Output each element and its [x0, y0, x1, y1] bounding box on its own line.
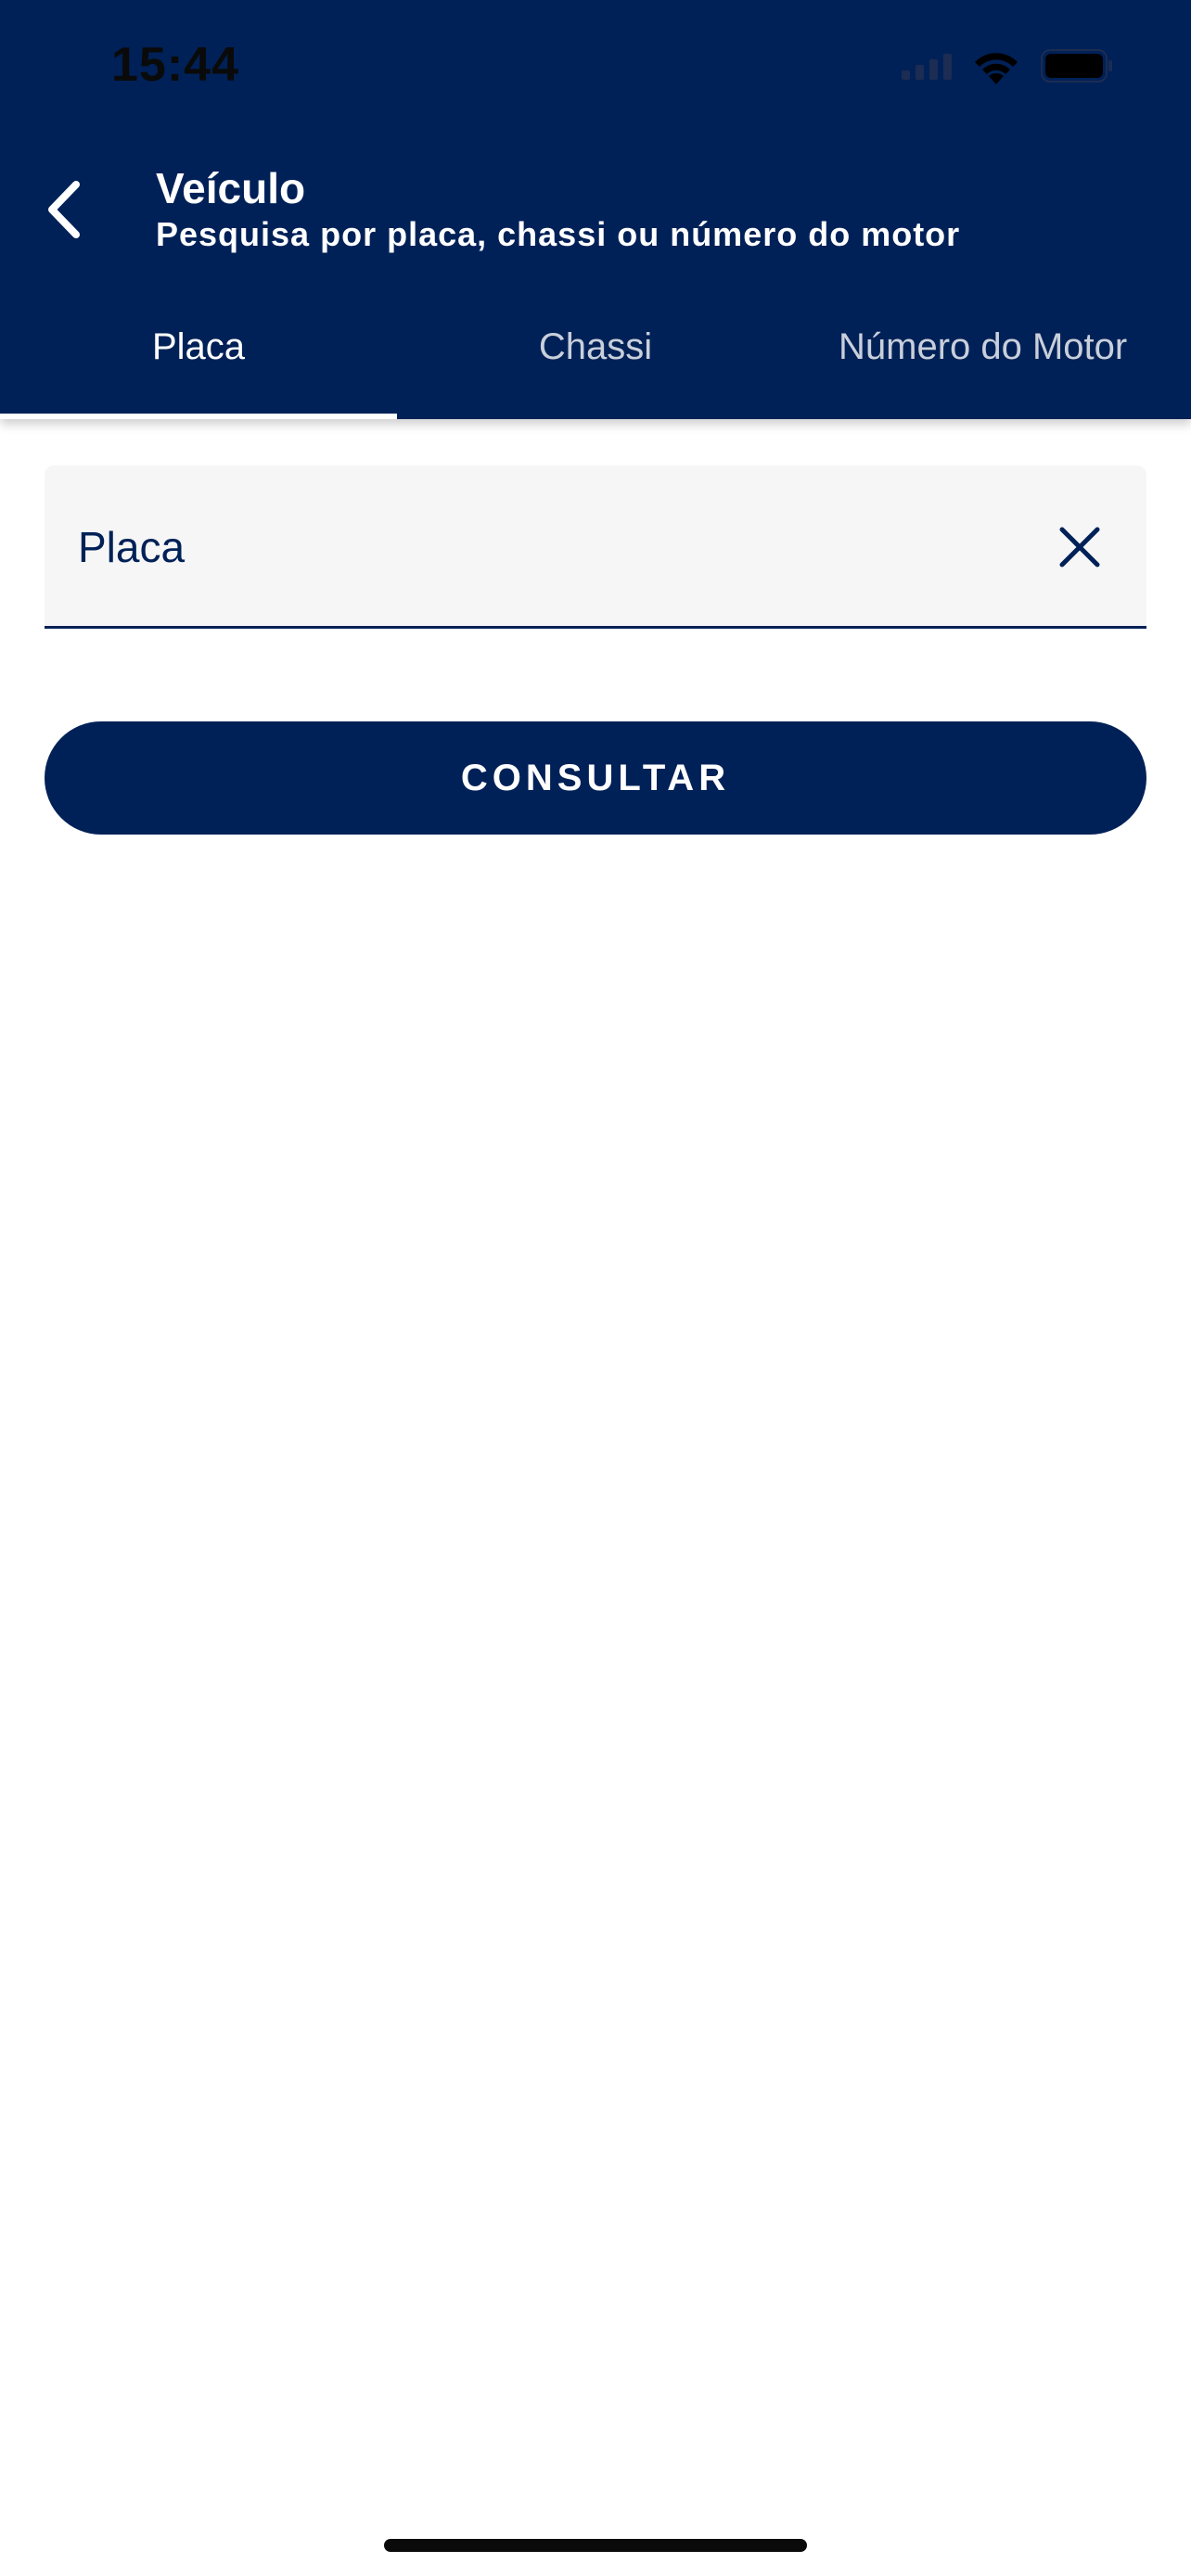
tab-label: Número do Motor	[839, 326, 1128, 367]
page-subtitle: Pesquisa por placa, chassi ou número do …	[156, 215, 961, 253]
status-icons	[902, 43, 1113, 89]
close-icon	[1059, 527, 1100, 567]
tab-numero-do-motor[interactable]: Número do Motor	[794, 306, 1191, 419]
cellular-signal-icon	[902, 52, 952, 80]
tab-chassi[interactable]: Chassi	[397, 306, 794, 419]
placa-field	[45, 465, 1146, 629]
tab-label: Chassi	[538, 326, 653, 367]
wifi-icon	[975, 53, 1018, 84]
chevron-left-icon	[48, 181, 80, 238]
active-tab-indicator	[0, 414, 397, 419]
placa-input[interactable]	[78, 510, 1005, 584]
tab-overflow-fade	[1135, 306, 1191, 419]
search-type-tabs: Placa Chassi Número do Motor	[0, 306, 1191, 419]
back-button[interactable]	[33, 172, 93, 247]
tab-placa[interactable]: Placa	[0, 306, 397, 419]
tab-label: Placa	[151, 326, 246, 367]
home-indicator	[384, 2539, 807, 2552]
clear-button[interactable]	[1046, 514, 1113, 580]
status-time: 15:44	[111, 38, 239, 92]
consult-button[interactable]: CONSULTAR	[45, 721, 1146, 835]
page-title: Veículo	[156, 164, 306, 212]
app-header: 15:44 Veículo Pesquisa por placa, chassi…	[0, 0, 1191, 419]
battery-icon	[1041, 49, 1112, 83]
